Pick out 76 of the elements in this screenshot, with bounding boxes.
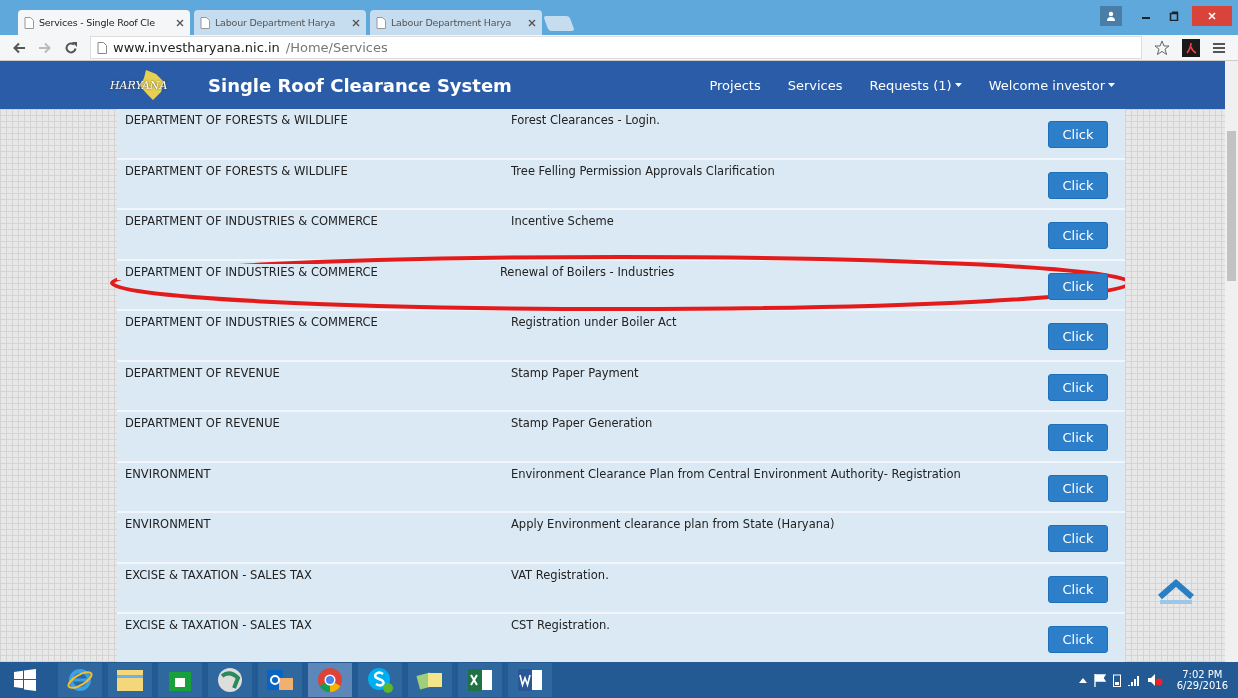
department-name: DEPARTMENT OF INDUSTRIES & COMMERCE [124,214,379,228]
show-hidden-icons-icon[interactable] [1078,677,1087,683]
click-button[interactable]: Click [1048,323,1108,350]
ie-app-icon[interactable] [58,663,102,697]
outlook-app-icon[interactable] [258,663,302,697]
department-name: DEPARTMENT OF INDUSTRIES & COMMERCE [124,315,379,329]
service-name: VAT Registration. [511,567,610,582]
close-icon[interactable] [176,18,184,27]
excel-app-icon[interactable] [458,663,502,697]
chrome-app-icon[interactable] [308,663,352,697]
department-name: DEPARTMENT OF REVENUE [124,365,281,380]
click-button[interactable]: Click [1048,626,1108,653]
department-name: DEPARTMENT OF FORESTS & WILDLIFE [124,113,349,127]
service-name: Apply Environment clearance plan from State (Haryana) [511,517,836,531]
pdf-extension-icon[interactable] [1182,38,1200,57]
click-button[interactable]: Click [1048,525,1108,552]
scrollbar[interactable] [1225,61,1238,662]
click-button[interactable]: Click [1048,373,1108,401]
department-name: EXCISE & TAXATION - SALES TAX [124,567,313,582]
caret-icon [954,83,962,87]
globe-app-icon[interactable] [208,663,252,697]
star-icon[interactable] [1154,39,1170,56]
nav-link[interactable]: Services [787,77,843,93]
department-name: EXCISE & TAXATION - SALES TAX [124,618,313,632]
start-icon[interactable] [14,669,36,691]
service-name: Registration under Boiler Act [511,315,678,329]
page-icon [24,16,34,29]
store-app-icon[interactable] [158,663,202,697]
explorer-app-icon[interactable] [108,663,152,697]
click-button[interactable]: Click [1048,272,1108,300]
browser-tab[interactable]: Labour Department Harya [370,10,542,35]
click-button[interactable]: Click [1048,121,1108,148]
click-button[interactable]: Click [1048,222,1108,249]
department-name: ENVIRONMENT [124,466,212,481]
department-name: DEPARTMENT OF REVENUE [124,416,281,430]
page-icon [200,16,210,29]
browser-tab[interactable]: Services - Single Roof Cle [18,10,190,35]
browser-tab[interactable]: Labour Department Harya [194,10,366,35]
caret-icon [1108,83,1115,87]
service-name: Incentive Scheme [511,214,615,228]
service-name: Forest Clearances - Login. [511,113,661,127]
service-name: CST Registration. [511,618,611,632]
service-name: Stamp Paper Generation [511,416,654,430]
page-icon [376,16,386,29]
skype-app-icon[interactable] [358,663,402,697]
department-name: ENVIRONMENT [124,517,212,531]
service-name: Tree Felling Permission Approvals Clarification [511,163,776,178]
click-button[interactable]: Click [1048,171,1108,199]
site-title: Single Roof Clearance System [208,74,512,96]
service-name: Renewal of Boilers - Industries [499,264,676,279]
page-icon [97,41,107,54]
user-icon[interactable] [1100,6,1122,26]
click-button[interactable]: Click [1048,424,1108,451]
notes-app-icon[interactable] [408,663,452,697]
nav-link[interactable]: Requests (1) [869,77,962,93]
click-button[interactable]: Click [1048,575,1108,603]
close-icon[interactable] [528,18,536,27]
menu-icon[interactable] [1212,40,1226,55]
service-name: Environment Clearance Plan from Central Environment Authority- Registration [511,466,962,481]
click-button[interactable]: Click [1048,474,1108,502]
nav-link[interactable]: Projects [709,77,761,93]
signal-icon[interactable] [1126,674,1141,686]
volume-muted-icon[interactable] [1146,673,1163,687]
scroll-top-icon[interactable] [1158,579,1194,605]
back-icon[interactable] [12,40,26,55]
word-app-icon[interactable] [508,663,552,697]
clock[interactable]: 7:02 PM 6/29/2016 [1176,669,1228,691]
battery-icon[interactable] [1112,673,1121,687]
nav-link[interactable]: Welcome investor [988,77,1115,93]
department-name: DEPARTMENT OF FORESTS & WILDLIFE [124,163,349,178]
address-field[interactable]: www.investharyana.nic.in /Home/Services [90,36,1142,59]
reload-icon[interactable] [64,40,78,55]
close-icon[interactable] [352,18,360,27]
service-name: Stamp Paper Payment [511,365,640,380]
department-name: DEPARTMENT OF INDUSTRIES & COMMERCE [117,263,380,280]
flag-icon[interactable] [1092,673,1107,687]
